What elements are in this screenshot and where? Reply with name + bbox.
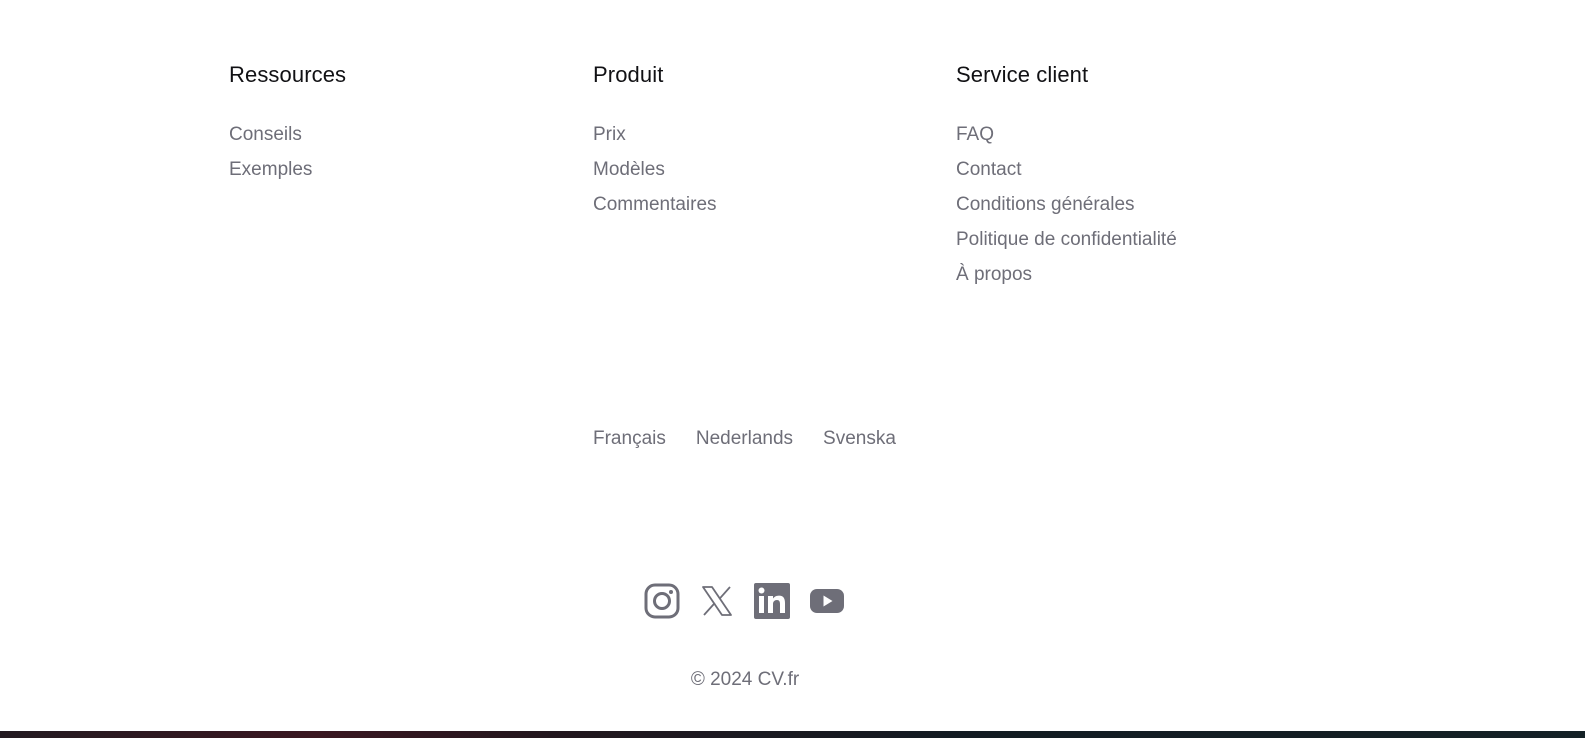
social-links [644,583,845,619]
footer-column-ressources: Ressources Conseils Exemples [229,60,346,193]
link-commentaires[interactable]: Commentaires [593,193,717,217]
column-title: Produit [593,62,664,87]
language-nederlands[interactable]: Nederlands [696,427,793,451]
column-title: Ressources [229,62,347,87]
copyright-text: © 2024 CV.fr [690,669,800,690]
linkedin-icon[interactable] [754,583,790,619]
link-a-propos[interactable]: À propos [956,263,1032,287]
link-politique-confidentialite[interactable]: Politique de confidentialité [956,228,1177,252]
link-contact[interactable]: Contact [956,158,1021,182]
x-icon[interactable] [699,583,735,619]
language-selector: Français Nederlands Svenska [593,427,896,451]
link-modeles[interactable]: Modèles [593,158,665,182]
link-list: FAQ Contact Conditions générales Politiq… [956,123,1177,298]
link-faq[interactable]: FAQ [956,123,994,147]
link-prix[interactable]: Prix [593,123,626,147]
link-list: Prix Modèles Commentaires [593,123,717,228]
site-footer: Ressources Conseils Exemples Produit Pri… [0,0,1585,738]
instagram-icon[interactable] [644,583,680,619]
language-francais[interactable]: Français [593,427,666,451]
footer-column-produit: Produit Prix Modèles Commentaires [593,60,717,228]
link-conseils[interactable]: Conseils [229,123,302,147]
footer-column-service-client: Service client FAQ Contact Conditions gé… [956,60,1177,298]
link-exemples[interactable]: Exemples [229,158,312,182]
column-title: Service client [956,62,1089,87]
link-conditions-generales[interactable]: Conditions générales [956,193,1135,217]
youtube-icon[interactable] [809,583,845,619]
bottom-bar [0,731,1585,738]
link-list: Conseils Exemples [229,123,346,193]
language-svenska[interactable]: Svenska [823,427,896,451]
